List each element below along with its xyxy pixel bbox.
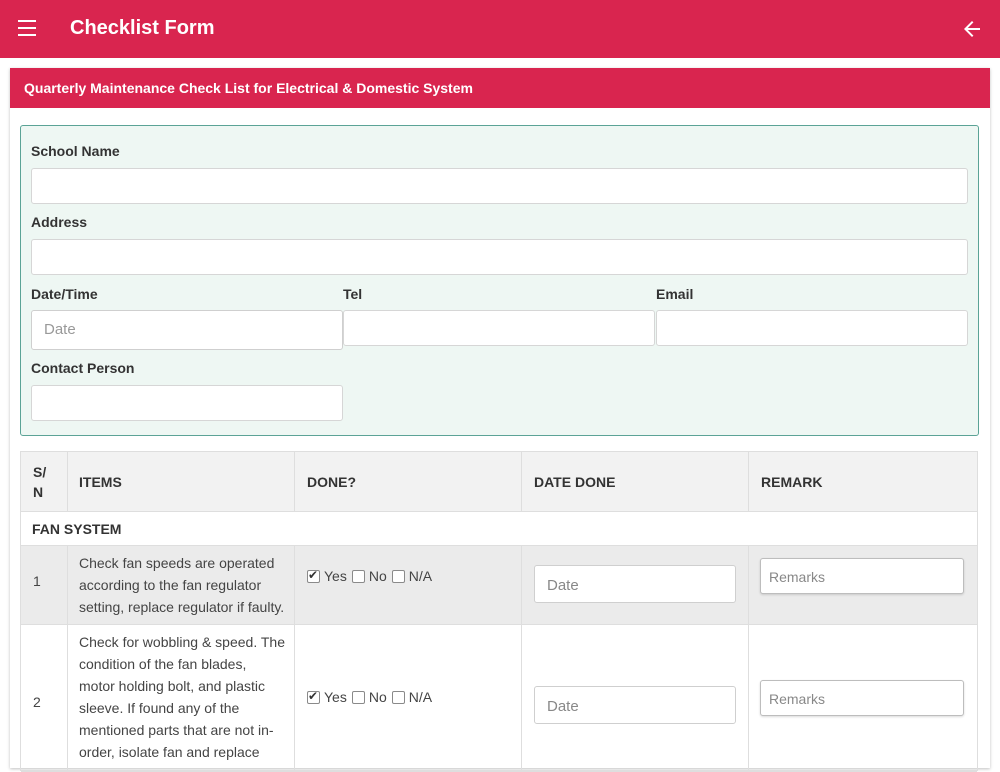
- row-1-yes-checkbox[interactable]: [307, 568, 320, 583]
- address-input[interactable]: [31, 239, 968, 275]
- tel-input[interactable]: [343, 310, 655, 346]
- form-heading: Quarterly Maintenance Check List for Ele…: [10, 68, 990, 108]
- email-label: Email: [656, 286, 694, 302]
- table-row-1-done: Yes No N/A: [295, 546, 522, 625]
- header-sn-line2: N: [33, 484, 44, 500]
- header-remark: REMARK: [749, 452, 977, 512]
- header-items: ITEMS: [68, 452, 295, 512]
- row-2-yes-checkbox[interactable]: [307, 689, 320, 704]
- school-name-input[interactable]: [31, 168, 968, 204]
- header-sn-line1: S/: [33, 464, 47, 480]
- contact-person-label: Contact Person: [31, 360, 135, 376]
- tel-label: Tel: [343, 286, 363, 302]
- section-fan-system: FAN SYSTEM: [21, 512, 977, 546]
- header-sn: S/ N: [21, 452, 68, 512]
- row-1-no-checkbox[interactable]: [351, 569, 365, 583]
- app-bar: Checklist Form: [0, 0, 1000, 58]
- row-1-remarks-input[interactable]: Remarks: [760, 558, 964, 594]
- app-title: Checklist Form: [70, 17, 215, 39]
- datetime-label: Date/Time: [31, 286, 98, 302]
- back-arrow-icon[interactable]: [960, 17, 984, 41]
- header-date-done: DATE DONE: [522, 452, 749, 512]
- checklist-table: S/ N ITEMS DONE? DATE DONE REMARK FAN SY…: [20, 451, 978, 772]
- address-label: Address: [31, 214, 88, 230]
- header-items-label: ITEMS: [79, 474, 122, 490]
- checklist-card: Quarterly Maintenance Check List for Ele…: [10, 68, 990, 772]
- email-input[interactable]: [656, 310, 968, 346]
- row-2-remarks-input[interactable]: Remarks: [760, 680, 964, 716]
- table-row-1-sn: 1: [21, 546, 68, 625]
- row-2-no-checkbox[interactable]: [351, 690, 365, 704]
- menu-icon[interactable]: [18, 20, 38, 36]
- school-name-label: School Name: [31, 143, 120, 159]
- table-row-1-date: Date: [522, 546, 749, 625]
- school-info-section: School Name Address Date/Time Date Tel E…: [20, 125, 979, 436]
- header-done-label: DONE?: [307, 474, 356, 490]
- row-1-na-checkbox[interactable]: [391, 569, 405, 583]
- table-row-1-item: Check fan speeds are operated according …: [68, 546, 295, 625]
- datetime-input[interactable]: Date: [31, 310, 343, 350]
- table-row-1-remark: Remarks: [749, 546, 977, 625]
- row-2-date-input[interactable]: Date: [534, 686, 736, 724]
- row-2-na-checkbox[interactable]: [391, 690, 405, 704]
- section-label: FAN SYSTEM: [32, 521, 122, 537]
- header-remark-label: REMARK: [761, 474, 823, 490]
- header-done: DONE?: [295, 452, 522, 512]
- contact-person-input[interactable]: [31, 385, 343, 421]
- header-date-done-label: DATE DONE: [534, 474, 616, 490]
- row-1-date-input[interactable]: Date: [534, 565, 736, 603]
